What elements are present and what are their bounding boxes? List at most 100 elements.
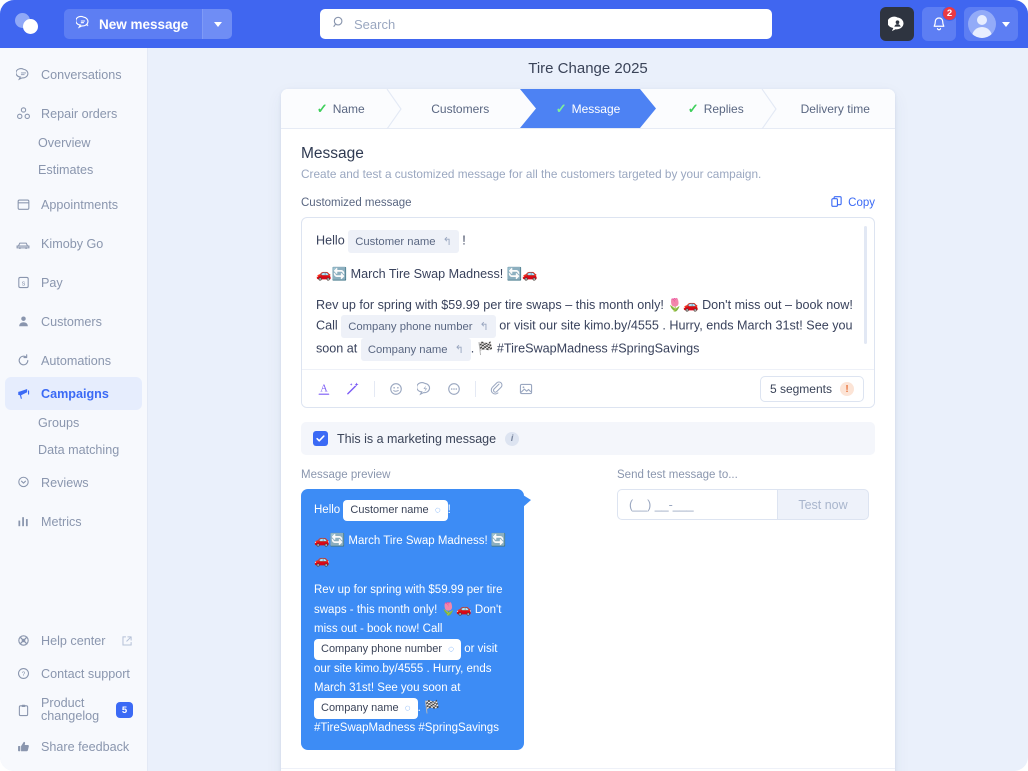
notifications-button[interactable]: 2 [922,6,957,41]
search-bar[interactable] [320,9,772,39]
editor-line-headline: 🚗🔄 March Tire Swap Madness! 🔄🚗 [316,264,860,284]
campaign-stepper: ✓ Name Customers ✓ Message ✓ Replies Del… [281,89,896,130]
user-menu[interactable] [964,7,1018,41]
chart-icon [15,514,31,530]
sidebar-item-conversations[interactable]: Conversations [5,58,142,91]
test-message-row: Test now [617,489,869,520]
top-bar: New message Search 2 [0,0,1028,48]
customized-message-label-row: Customized message Copy [301,195,875,211]
copy-label: Copy [848,197,875,209]
new-message-dropdown-toggle[interactable] [202,9,233,39]
send-test-label: Send test message to... [617,469,738,481]
step-customers[interactable]: Customers [401,89,521,128]
sidebar-subitem-overview[interactable]: Overview [0,130,147,157]
step-replies[interactable]: ✓ Replies [656,89,777,130]
sidebar-subitem-data-matching[interactable]: Data matching [0,437,147,464]
test-now-button[interactable]: Test now [777,489,869,520]
preview-chip-company-name: Company name ◌ [314,698,418,719]
quick-reply-icon[interactable] [415,379,435,399]
app-window: New message Search 2 Conversations Repai… [0,0,1028,771]
section-description: Create and test a customized message for… [301,167,762,181]
hashtags-text: #TireSwapMadness #SpringSavings [496,341,700,356]
sidebar-item-appointments[interactable]: Appointments [5,188,142,221]
step-message[interactable]: ✓ Message [520,89,656,128]
sidebar-item-product-changelog[interactable]: Product changelog 5 [5,690,143,730]
sidebar-item-metrics[interactable]: Metrics [5,505,142,538]
sidebar-subitem-estimates[interactable]: Estimates [0,157,147,184]
sync-icon: ◌ [448,644,455,655]
sidebar-item-customers[interactable]: Customers [5,305,142,338]
sidebar-item-label: Help center [41,633,106,648]
main-content: Tire Change 2025 ✓ Name Customers ✓ Mess… [148,48,1028,771]
sidebar-item-label: Repair orders [41,106,118,121]
sidebar-item-kimoby-go[interactable]: Kimoby Go [5,227,142,260]
car-icon [15,236,31,252]
image-icon[interactable] [516,379,536,399]
sidebar-item-campaigns[interactable]: Campaigns [5,377,142,410]
external-link-icon [121,635,133,647]
sidebar-subitem-groups[interactable]: Groups [0,410,147,437]
test-phone-input[interactable] [617,489,777,520]
sidebar-item-label: Appointments [41,197,119,212]
support-chat-button[interactable] [880,7,914,41]
new-message-label: New message [99,16,189,32]
sidebar-item-pay[interactable]: s Pay [5,266,142,299]
preview-column: Message preview Hello Customer name ◌ ! … [301,469,601,750]
sidebar-item-repair-orders[interactable]: Repair orders [5,97,142,130]
chat-bubble-icon [15,67,31,83]
sidebar-item-share-feedback[interactable]: Share feedback [5,730,143,763]
emoji-icon[interactable] [386,379,406,399]
message-editor[interactable]: Hello Customer name ↰ ! 🚗🔄 March Tire Sw… [301,217,875,408]
sidebar-item-label: Customers [41,314,102,329]
text-format-icon[interactable]: A [314,379,334,399]
car-emoji: 🚗 [314,553,330,567]
segments-badge[interactable]: 5 segments ! [759,376,864,402]
marketing-message-checkbox[interactable] [313,431,328,446]
sidebar-item-label: Conversations [41,67,122,82]
sidebar-item-reviews[interactable]: Reviews [5,466,142,499]
svg-text:s: s [21,280,25,287]
copy-button[interactable]: Copy [830,195,875,211]
sidebar-item-help-center[interactable]: Help center [5,624,143,657]
info-icon[interactable]: i [505,431,520,446]
message-preview-label: Message preview [301,469,391,481]
tulip-emoji: 🌷 [667,298,683,312]
top-bar-actions: 2 [880,6,1018,41]
preview-and-test-row: Message preview Hello Customer name ◌ ! … [301,469,875,750]
tulip-emoji: 🌷 [440,602,457,616]
greeting-suffix: ! [462,233,466,248]
question-circle-icon: ? [15,666,31,682]
check-icon: ✓ [687,100,699,116]
step-label: Message [571,101,621,116]
step-label: Delivery time [800,101,870,116]
more-options-icon[interactable] [444,379,464,399]
undo-icon[interactable]: ↰ [455,340,464,360]
editor-scrollbar[interactable] [864,226,867,344]
chip-label: Company name [367,343,448,356]
undo-icon[interactable]: ↰ [443,232,452,252]
person-icon [15,314,31,330]
kimoby-logo[interactable] [0,0,56,48]
magic-wand-icon[interactable] [343,379,363,399]
variable-chip-customer-name[interactable]: Customer name ↰ [348,230,459,253]
preview-greeting-suffix: ! [447,504,451,516]
chip-label: Company phone number [321,643,443,655]
step-delivery-time[interactable]: Delivery time [776,89,896,128]
new-message-button-group[interactable]: New message [64,9,233,39]
variable-chip-company-name[interactable]: Company name ↰ [360,338,471,361]
sidebar-item-automations[interactable]: Automations [5,344,142,377]
preview-line-body: Rev up for spring with $59.99 per tire s… [314,581,511,738]
chevron-down-icon [1002,21,1010,27]
sidebar-item-contact-support[interactable]: ? Contact support [5,657,143,690]
message-editor-content[interactable]: Hello Customer name ↰ ! 🚗🔄 March Tire Sw… [302,218,874,369]
undo-icon[interactable]: ↰ [480,317,489,337]
sidebar-item-label: Reviews [41,475,89,490]
search-input[interactable] [354,16,760,32]
attachment-icon[interactable] [487,379,507,399]
step-name[interactable]: ✓ Name [281,89,402,130]
variable-chip-company-phone[interactable]: Company phone number ↰ [341,315,496,338]
sidebar-item-label: Campaigns [41,386,109,401]
sidebar-item-label: Contact support [41,666,130,681]
payment-icon: s [15,275,31,291]
new-message-button[interactable]: New message [64,9,203,39]
